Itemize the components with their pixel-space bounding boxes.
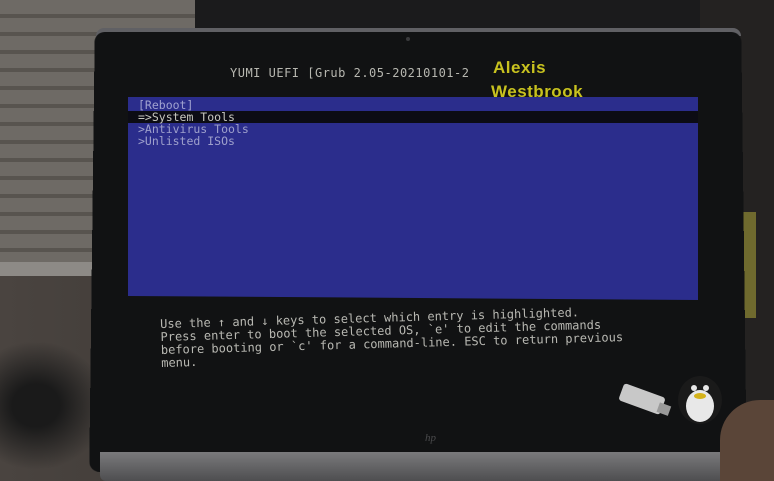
watermark-name-last: Westbrook [491,82,584,101]
watermark-name-first: Alexis [493,58,547,77]
menu-item-unlisted-isos[interactable]: >Unlisted ISOs [128,135,698,147]
boot-menu[interactable]: [Reboot] =>System Tools >Antivirus Tools… [128,97,698,300]
hp-logo-icon: hp [425,432,436,444]
usb-drive-icon [619,383,672,416]
penguin-icon [678,376,722,424]
webcam-icon [406,37,410,41]
laptop-base [100,452,740,481]
bootloader-title: YUMI UEFI [Grub 2.05-20210101-2 [230,66,470,80]
usb-penguin-sticker-icon [619,376,722,424]
